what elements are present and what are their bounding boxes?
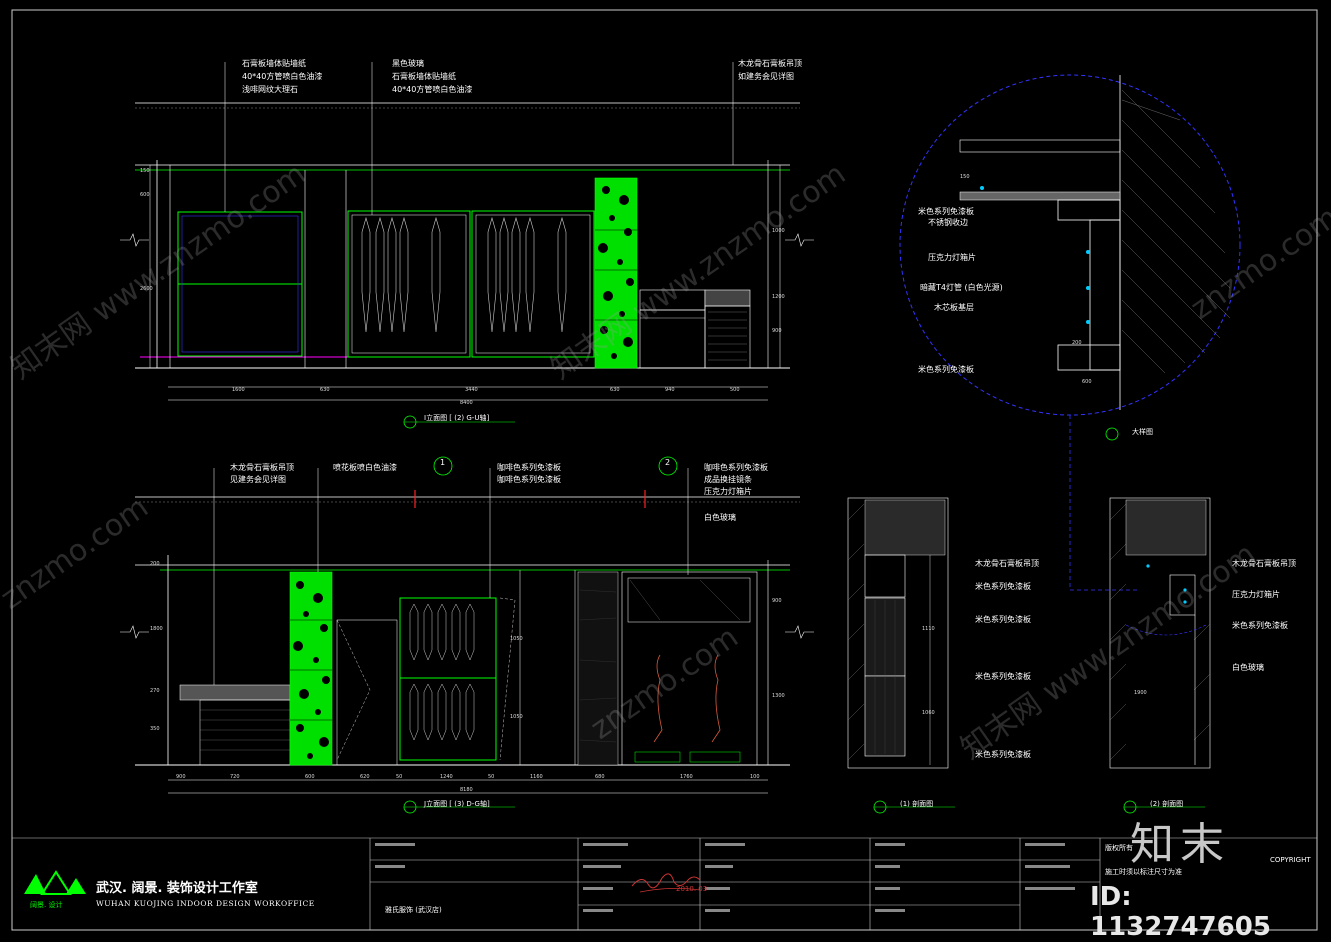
detail-label-3: 压克力灯箱片 <box>928 252 976 262</box>
section-1-dim-2: 1060 <box>922 710 935 716</box>
detail-dim-2: 200 <box>1072 340 1082 346</box>
section-2-title: (2) 剖面图 <box>1150 799 1183 808</box>
dim-d2-5: 50 <box>396 774 402 780</box>
detail-dim-1: 150 <box>960 174 970 180</box>
note-d1-left-3: 浅啡网纹大理石 <box>242 84 298 94</box>
note-d2-left-1: 木龙骨石膏板吊顶 <box>230 462 294 472</box>
detail-label-2: 不锈钢收边 <box>928 217 968 227</box>
watermark-3: 知末网 www.znzmo.com <box>955 537 1263 767</box>
detail-dim-3: 600 <box>1082 379 1092 385</box>
watermark-4: znzmo.com <box>0 490 155 617</box>
dim-d2-right-2: 1050 <box>510 636 523 642</box>
project-name: 雅氏服饰 (武汉店) <box>385 905 442 914</box>
detail-label-6: 米色系列免漆板 <box>918 364 974 374</box>
dim-d1-left-2: 600 <box>140 192 150 198</box>
note-d2-mid: 喷花板喷白色油漆 <box>333 462 397 472</box>
dim-d1-4: 630 <box>610 387 620 393</box>
dim-d2-7: 50 <box>488 774 494 780</box>
signature-date: 2010. 03 <box>676 885 707 893</box>
znzmo-brand: 知末 ID: 1132747605 <box>1090 808 1320 942</box>
dim-d1-total: 8400 <box>460 400 473 406</box>
dim-d2-10: 1760 <box>680 774 693 780</box>
dim-d2-1: 900 <box>176 774 186 780</box>
dim-d1-5: 940 <box>665 387 675 393</box>
dim-d1-2: 630 <box>320 387 330 393</box>
section-2-label-3: 米色系列免漆板 <box>1232 620 1288 630</box>
dim-d1-right-2: 1200 <box>772 294 785 300</box>
section-1-label-3: 米色系列免漆板 <box>975 614 1031 624</box>
dim-d2-left-1: 200 <box>150 561 160 567</box>
dim-d2-right-1: 900 <box>772 598 782 604</box>
note-d2-c1-2: 咖啡色系列免漆板 <box>497 474 561 484</box>
section-1-dim-1: 1110 <box>922 626 935 632</box>
dim-d1-1: 1600 <box>232 387 245 393</box>
callout-1-number: 1 <box>440 458 445 467</box>
dim-d1-3: 3440 <box>465 387 478 393</box>
brand-id-text: ID: 1132747605 <box>1090 882 1271 942</box>
note-d2-c2-3: 压克力灯箱片 <box>704 486 752 496</box>
detail-label-5: 木芯板基层 <box>934 302 974 312</box>
note-d2-left-2: 见建务会见详图 <box>230 474 286 484</box>
dim-d2-3: 600 <box>305 774 315 780</box>
watermark-6: znzmo.com <box>1185 200 1331 327</box>
dim-d2-2: 720 <box>230 774 240 780</box>
note-d1-mid-1: 黑色玻璃 <box>392 58 424 68</box>
note-d1-left-2: 40*40方管喷白色油漆 <box>242 71 322 81</box>
callout-2-number: 2 <box>665 458 670 467</box>
dim-d2-left-3: 270 <box>150 688 160 694</box>
dim-d2-6: 1240 <box>440 774 453 780</box>
note-d2-c2-2: 成品换挂镜条 <box>704 474 752 484</box>
note-d2-c2-4: 白色玻璃 <box>704 512 736 522</box>
dim-d2-11: 100 <box>750 774 760 780</box>
dim-d1-right-3: 900 <box>772 328 782 334</box>
studio-logo <box>24 870 86 895</box>
note-d1-mid-3: 40*40方管喷白色油漆 <box>392 84 472 94</box>
section-2-label-4: 白色玻璃 <box>1232 662 1264 672</box>
dim-d2-total: 8180 <box>460 787 473 793</box>
detail-label-1: 米色系列免漆板 <box>918 206 974 216</box>
dim-d2-9: 680 <box>595 774 605 780</box>
dim-d2-left-2: 1800 <box>150 626 163 632</box>
drawing-2-title: J立面图 [ (3) D-G轴] <box>423 799 490 808</box>
note-d1-left-1: 石膏板墙体贴墙纸 <box>242 58 306 68</box>
section-1-label-4: 米色系列免漆板 <box>975 671 1031 681</box>
cad-drawing-sheet: 石膏板墙体贴墙纸 40*40方管喷白色油漆 浅啡网纹大理石 黑色玻璃 石膏板墙体… <box>0 9 1331 931</box>
company-name-en: WUHAN KUOJING INDOOR DESIGN WORKOFFICE <box>96 899 315 908</box>
logo-caption: 阔景. 设计 <box>30 900 62 909</box>
watermark-2: 知末网 www.znzmo.com <box>545 157 853 387</box>
detail-label-4: 暗藏T4灯管 (白色光源) <box>920 282 1003 292</box>
dim-d2-left-4: 350 <box>150 726 160 732</box>
dim-d2-8: 1160 <box>530 774 543 780</box>
title-block-placeholders <box>375 843 1075 912</box>
section-1-title: (1) 剖面图 <box>900 799 933 808</box>
drawing-1-title: I立面图 [ (2) G-U轴] <box>424 413 489 422</box>
brand-logo: 知末 <box>1130 819 1230 870</box>
sheet-frame <box>11 9 1318 931</box>
section-1-label-2: 米色系列免漆板 <box>975 581 1031 591</box>
dim-d2-right-3: 1050 <box>510 714 523 720</box>
dim-d1-6: 500 <box>730 387 740 393</box>
dim-d1-left-1: 150 <box>140 168 150 174</box>
section-1-label-1: 木龙骨石膏板吊顶 <box>975 558 1039 568</box>
section-1 <box>847 497 955 814</box>
dim-d2-4: 620 <box>360 774 370 780</box>
note-d1-mid-2: 石膏板墙体贴墙纸 <box>392 71 456 81</box>
company-name-cn: 武汉. 阔景. 装饰设计工作室 <box>96 880 258 896</box>
detail-title: 大样图 <box>1132 427 1153 436</box>
note-d1-right-1: 木龙骨石膏板吊顶 <box>738 58 802 68</box>
note-d2-c1-1: 咖啡色系列免漆板 <box>497 462 561 472</box>
section-2-dim-1: 1900 <box>1134 690 1147 696</box>
note-d2-c2-1: 咖啡色系列免漆板 <box>704 462 768 472</box>
dim-d2-right-4: 1300 <box>772 693 785 699</box>
section-2-label-2: 压克力灯箱片 <box>1232 589 1280 599</box>
note-d1-right-2: 如建务会见详图 <box>738 71 794 81</box>
